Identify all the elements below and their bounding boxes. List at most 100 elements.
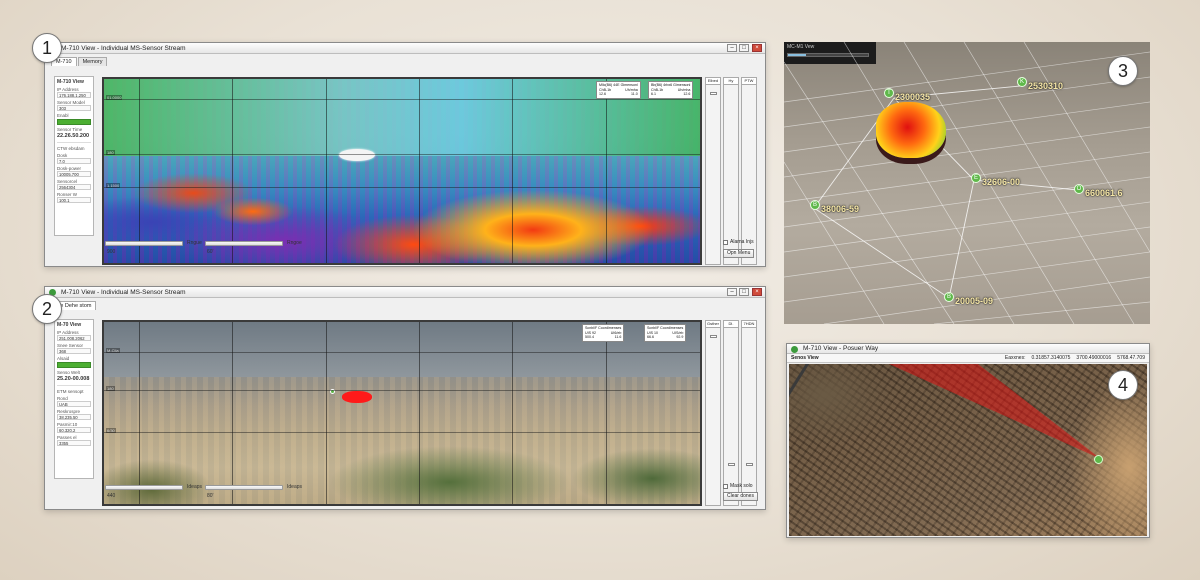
ip-field[interactable]: 251.008.2062 [57,335,91,341]
map-pin[interactable]: T 2300035 [884,88,930,102]
slider-thumb[interactable] [710,92,717,95]
sensor-info-sidebar: M-710 View IP Address 176.188.1.250 Sens… [54,76,94,236]
daylight-panorama-view[interactable]: M-Clla 180 6/30 Scnbl/F Coordimenses UIS… [102,320,702,506]
field-value[interactable]: 10005.700 [57,171,91,177]
open-menu-button[interactable]: Opn Menu [723,249,755,258]
slider-header: Hy [724,78,738,85]
sensor-time-label: Senso Welt [57,370,80,375]
heatmap-coverage-blob [876,102,946,158]
grid-tick-label: M-Clla [106,348,120,353]
window-4-power-way-view: M-710 View - Posuer Way Senos View Eaxxn… [786,343,1150,538]
range-slider-2-value: 80' [207,493,214,499]
view-label: Senos View [791,355,819,361]
field-value[interactable]: 3355 [57,440,91,446]
vertical-slider-7hdn[interactable]: 7HDN [741,320,757,506]
sidebar-title: M-70 View [57,322,82,328]
thermal-panorama-view[interactable]: 01.0000 180 1.1500 Mllc(B6) 44E Gimenson… [102,77,702,265]
coordinate-header: Senos View Eaxxnes: 0.31857.3140075 3700… [787,354,1149,363]
vertical-slider-hy[interactable]: Hy [723,77,739,265]
sensor-info-sidebar: M-70 View IP Address 251.008.2062 Snee S… [54,319,94,479]
vertical-slider-dl[interactable]: Dl. [723,320,739,506]
map-pin[interactable]: K 2530310 [1017,77,1063,91]
measurement-value: 6.1 [651,92,656,97]
sensor-model-field[interactable]: 303 [57,105,91,111]
minimize-button[interactable]: – [727,44,737,52]
field-value[interactable]: 100.1 [57,197,91,203]
app-icon [791,345,798,353]
field-value[interactable]: UAB [57,401,91,407]
slider-thumb[interactable] [728,463,735,466]
slider-thumb[interactable] [746,463,753,466]
status-enabled-bar [57,362,91,368]
field-value[interactable]: 38.235.50 [57,414,91,420]
sensor-field[interactable]: 368 [57,348,91,354]
coord-y: 3700.49000016 [1076,355,1112,361]
window-2-individual-sensor-stream: M-710 View - Individual MS-Sensor Stream… [44,286,766,510]
coords-label: Eaxxnes: [1004,355,1026,361]
map-pin[interactable]: B 20005-09 [944,292,993,306]
ip-field[interactable]: 176.188.1.250 [57,92,91,98]
sensor-location-marker[interactable] [1094,455,1103,464]
map-pin-marker[interactable]: B [944,292,954,302]
range-slider-2-value: 60' [207,249,214,255]
range-slider-1[interactable] [105,485,183,490]
callout-badge-1: 1 [32,33,62,63]
coord-x: 0.31857.3140075 [1031,355,1071,361]
maximize-button[interactable]: □ [739,44,749,52]
measurement-value: 92.9 [676,335,684,340]
vertical-slider-gsther[interactable]: Gsther [705,320,721,506]
aerial-city-map[interactable] [789,364,1147,536]
close-button[interactable]: × [752,288,762,296]
status-label: Alsaid [57,356,70,361]
3d-terrain-map-view[interactable]: MC-M1 Vew T 2300035 K 2530310 E 32606-00… [784,42,1150,324]
slider-header: PTW [742,78,756,85]
field-value[interactable]: 7.0 [57,158,91,164]
window-1-titlebar[interactable]: M-710 View - Individual MS-Sensor Stream… [45,43,765,54]
map-pin[interactable]: B 38006-59 [810,200,859,214]
slider-thumb[interactable] [710,335,717,338]
highway [789,364,834,427]
slider-header: Gsther [706,321,720,328]
callout-badge-2: 2 [32,294,62,324]
range-slider-1[interactable] [105,241,183,246]
window-1-individual-sensor-stream: M-710 View - Individual MS-Sensor Stream… [44,42,766,267]
mask-solo-checkbox[interactable]: Mask solo [723,483,753,489]
range-slider-2-label: Rngoe [287,240,302,246]
checkbox-label: Mask solo [730,483,753,489]
range-slider-2[interactable] [205,485,283,490]
map-pin-marker[interactable]: K [1017,77,1027,87]
callout-badge-3: 3 [1108,56,1138,86]
vertical-slider-ptw[interactable]: PTW [741,77,757,265]
grid-tick-label: 01.0000 [106,95,123,100]
window-4-titlebar[interactable]: M-710 View - Posuer Way [787,344,1149,354]
map-pin-marker[interactable]: E [971,173,981,183]
callout-badge-4: 4 [1108,370,1138,400]
map-pin-label: 32606-00 [982,177,1021,187]
section-title: ETM sensopt [57,389,84,394]
map-pin-marker[interactable]: T [884,88,894,98]
range-slider-2[interactable] [205,241,283,246]
map-pin-marker[interactable]: O [1074,184,1084,194]
map-pin[interactable]: O 660061.6 [1074,184,1123,198]
map-pin-label: 660061.6 [1085,188,1123,198]
window-2-titlebar[interactable]: M-710 View - Individual MS-Sensor Stream… [45,287,765,298]
sensor-view-cone [889,364,1101,459]
field-value[interactable]: 2564304 [57,184,91,190]
map-pin-marker[interactable]: B [810,200,820,210]
tab-strip: M-710 Memory [51,57,108,66]
map-pin-label: 38006-59 [821,204,860,214]
close-button[interactable]: × [752,44,762,52]
map-pin[interactable]: E 32606-00 [971,173,1020,187]
sensor-time-label: Sensor Time [57,127,83,132]
minimize-button[interactable]: – [727,288,737,296]
range-slider-1-value: 900 [107,249,116,255]
slider-header: Dl. [724,321,738,328]
vertical-slider-elbed[interactable]: Elbed [705,77,721,265]
sensor-time-value: 25.20-00.008 [57,376,90,382]
tab-memory[interactable]: Memory [77,57,108,66]
clear-dones-button[interactable]: Clear dones [723,492,758,501]
maximize-button[interactable]: □ [739,288,749,296]
alarm-checkbox[interactable]: Alarna Injs [723,239,754,245]
checkbox-label: Alarna Injs [730,239,754,245]
field-value[interactable]: 60.320.2 [57,427,91,433]
